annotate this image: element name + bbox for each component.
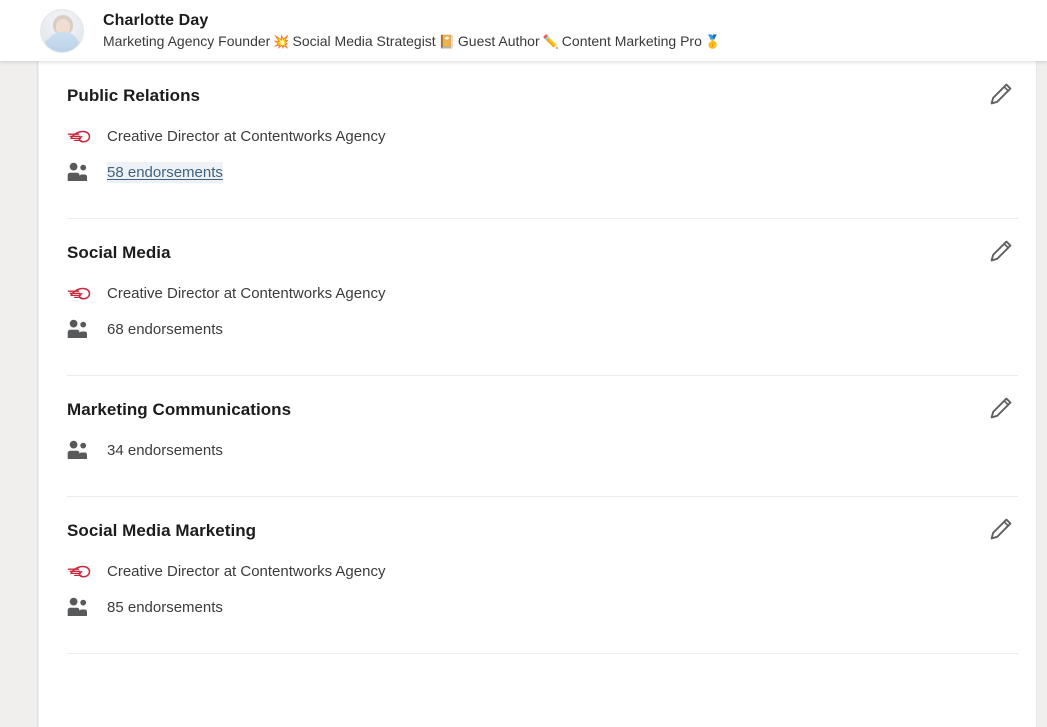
skill-company-row: Creative Director at Contentworks Agency [67,281,1008,305]
notebook-emoji: 📔 [439,35,455,48]
skill-company-label: Creative Director at Contentworks Agency [107,283,385,304]
edit-skill-button[interactable] [982,510,1020,548]
skill-item: Social Media Marketing Creative Director … [39,496,1036,653]
company-logo-icon [67,560,93,582]
skill-company-label: Creative Director at Contentworks Agency [107,126,385,147]
avatar-torso [47,32,79,52]
skill-name[interactable]: Marketing Communications [67,399,1008,421]
company-logo-icon [67,125,93,147]
profile-name[interactable]: Charlotte Day [103,11,724,31]
skill-endorsements-row: 34 endorsements [67,438,1008,462]
skill-item: Social Media Creative Director at Content… [39,218,1036,375]
people-icon [67,440,89,460]
page-gutter-right [1036,61,1047,727]
edit-pencil-icon [988,238,1014,264]
edit-pencil-icon [988,81,1014,107]
skill-name[interactable]: Social Media [67,242,1008,264]
pencil-emoji: ✏️ [543,35,559,48]
company-logo-icon [67,282,93,304]
skill-company-row: Creative Director at Contentworks Agency [67,124,1008,148]
skill-item: Marketing Communications 34 endorsements [39,375,1036,496]
medal-emoji: 🥇 [705,35,721,48]
edit-pencil-icon [988,395,1014,421]
tagline-segment-2: Social Media Strategist [293,32,436,51]
tagline-segment-4: Content Marketing Pro [562,32,702,51]
people-icon [67,319,93,339]
edit-skill-button[interactable] [982,232,1020,270]
profile-identity: Charlotte Day Marketing Agency Founder 💥… [103,11,724,51]
people-icon [67,319,89,339]
profile-skills-page: Charlotte Day Marketing Agency Founder 💥… [0,0,1047,727]
edit-pencil-icon [988,516,1014,542]
skill-endorsements-row: 68 endorsements [67,317,1008,341]
edit-skill-button[interactable] [982,389,1020,427]
company-logo-icon [67,282,93,304]
skill-company-row: Creative Director at Contentworks Agency [67,559,1008,583]
people-icon [67,597,93,617]
skill-item: Public Relations Creative Director at Con… [39,61,1036,218]
collision-emoji: 💥 [273,35,289,48]
endorsements-link[interactable]: 58 endorsements [107,162,223,183]
tagline-segment-1: Marketing Agency Founder [103,32,270,51]
people-icon [67,440,93,460]
skill-endorsements-row: 58 endorsements [67,160,1008,184]
skills-card: Public Relations Creative Director at Con… [39,61,1036,727]
tagline-segment-3: Guest Author [458,32,540,51]
skill-endorsements-row: 85 endorsements [67,595,1008,619]
people-icon [67,162,89,182]
edit-skill-button[interactable] [982,75,1020,113]
profile-tagline: Marketing Agency Founder 💥 Social Media … [103,32,724,51]
skill-name[interactable]: Social Media Marketing [67,520,1008,542]
people-icon [67,597,89,617]
skills-list: Public Relations Creative Director at Con… [39,61,1036,654]
profile-sticky-header: Charlotte Day Marketing Agency Founder 💥… [0,0,1047,61]
page-gutter-left [0,61,38,727]
endorsements-label: 68 endorsements [107,319,223,340]
avatar[interactable] [40,9,84,53]
people-icon [67,162,93,182]
endorsements-label: 34 endorsements [107,440,223,461]
skill-name[interactable]: Public Relations [67,85,1008,107]
company-logo-icon [67,125,93,147]
skill-company-label: Creative Director at Contentworks Agency [107,561,385,582]
endorsements-label: 85 endorsements [107,597,223,618]
company-logo-icon [67,560,93,582]
